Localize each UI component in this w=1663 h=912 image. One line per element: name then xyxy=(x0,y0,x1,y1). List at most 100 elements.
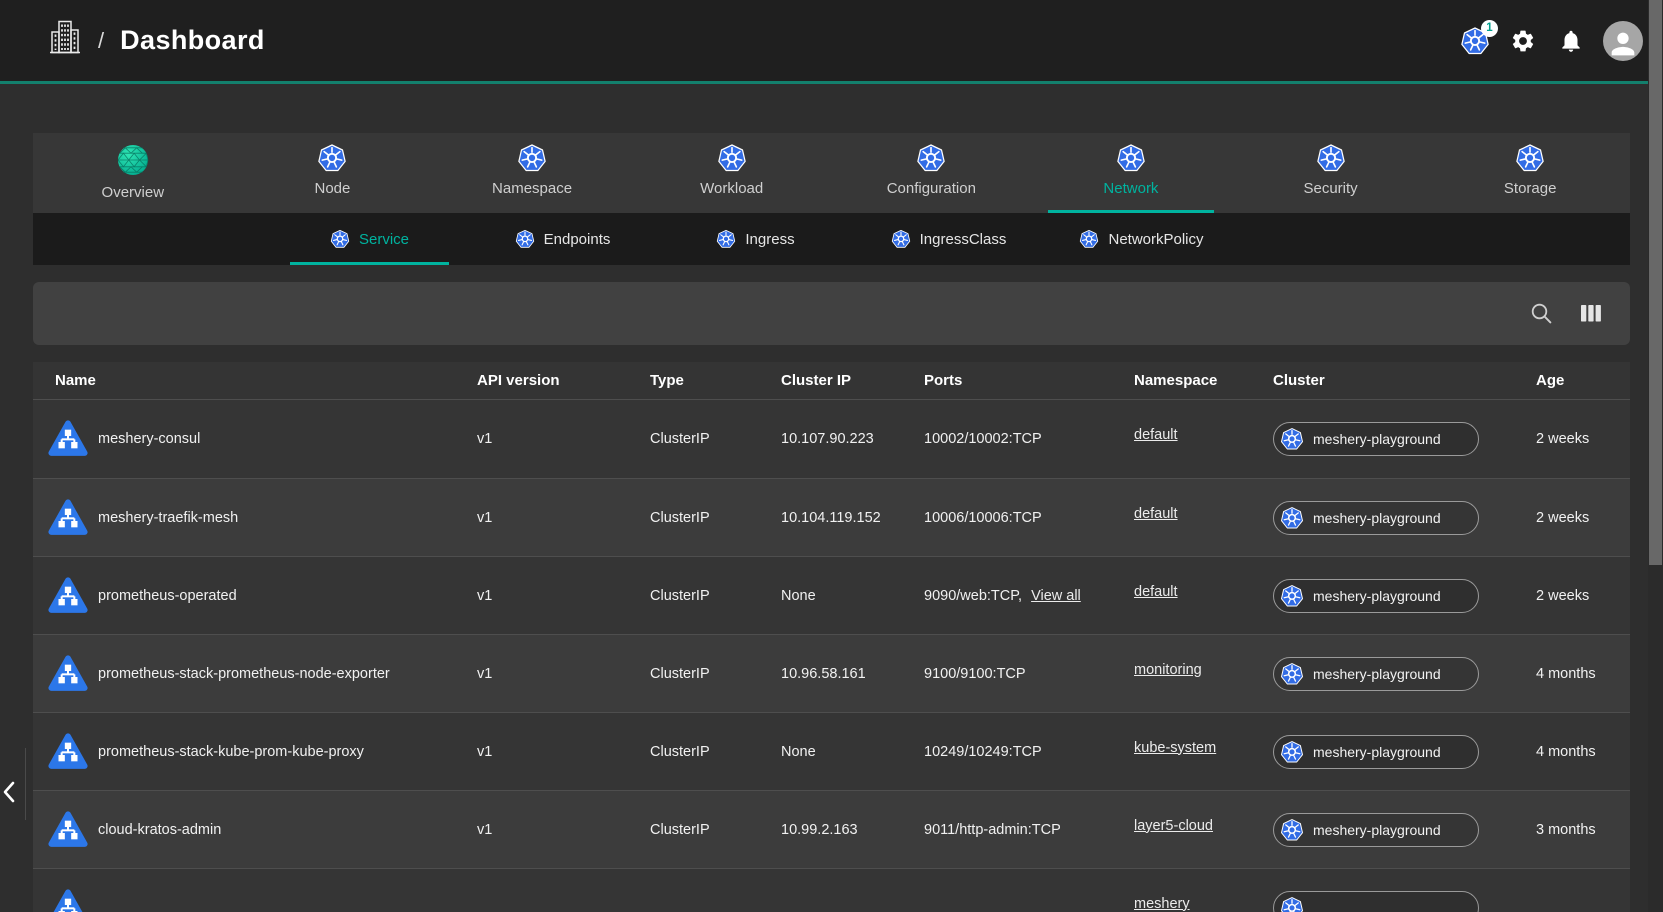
kubernetes-icon xyxy=(916,143,946,173)
search-button[interactable] xyxy=(1528,301,1554,327)
kubernetes-icon xyxy=(716,229,736,249)
tab-namespace[interactable]: Namespace xyxy=(432,133,632,213)
drawer-collapse-toggle[interactable] xyxy=(2,770,22,814)
column-header-type[interactable]: Type xyxy=(650,362,781,399)
kubernetes-icon xyxy=(515,229,535,249)
api-version: v1 xyxy=(477,400,650,478)
network-subtabs: Service Endpoints Ingress IngressClass N… xyxy=(33,213,1630,265)
view-columns-icon xyxy=(1581,305,1601,322)
user-avatar[interactable] xyxy=(1603,21,1643,61)
namespace-link[interactable]: default xyxy=(1134,584,1178,600)
table-row[interactable]: meshery xyxy=(33,868,1630,912)
organization-buildings-icon[interactable] xyxy=(50,19,80,62)
column-header-age[interactable]: Age xyxy=(1536,362,1630,399)
service-type: ClusterIP xyxy=(650,400,781,478)
cluster-chip[interactable]: meshery-playground xyxy=(1273,735,1479,769)
cluster-name: meshery-playground xyxy=(1313,822,1441,838)
cluster-name: meshery-playground xyxy=(1313,510,1441,526)
service-icon xyxy=(48,810,88,850)
table-row[interactable]: prometheus-operated v1 ClusterIP None 90… xyxy=(33,556,1630,634)
kubernetes-icon xyxy=(317,143,347,173)
kubernetes-icon xyxy=(1515,143,1545,173)
api-version xyxy=(477,869,650,912)
cluster-name: meshery-playground xyxy=(1313,744,1441,760)
breadcrumb-separator: / xyxy=(98,28,104,54)
tab-storage[interactable]: Storage xyxy=(1430,133,1630,213)
chevron-left-icon xyxy=(2,780,18,804)
service-name: prometheus-stack-kube-prom-kube-proxy xyxy=(98,744,364,760)
service-type: ClusterIP xyxy=(650,791,781,868)
age: 2 weeks xyxy=(1536,400,1630,478)
resource-tabs-card: Overview Node Namespace Workload Configu… xyxy=(33,133,1630,265)
namespace-link[interactable]: meshery xyxy=(1134,896,1190,912)
tab-overview[interactable]: Overview xyxy=(33,133,233,213)
cluster-ip: None xyxy=(781,557,924,634)
kubernetes-icon xyxy=(1280,662,1304,686)
service-icon xyxy=(48,732,88,772)
service-type xyxy=(650,869,781,912)
kubernetes-icon xyxy=(717,143,747,173)
cluster-name: meshery-playground xyxy=(1313,431,1441,447)
cluster-chip[interactable]: meshery-playground xyxy=(1273,422,1479,456)
table-row[interactable]: meshery-traefik-mesh v1 ClusterIP 10.104… xyxy=(33,478,1630,556)
kubernetes-context-switcher[interactable]: 1 xyxy=(1459,25,1491,57)
api-version: v1 xyxy=(477,557,650,634)
ports: 10002/10002:TCP xyxy=(924,431,1042,447)
service-icon xyxy=(48,419,88,459)
settings-gear-icon xyxy=(1510,28,1536,54)
subtab-ingressclass[interactable]: IngressClass xyxy=(852,213,1045,265)
cluster-ip: 10.107.90.223 xyxy=(781,400,924,478)
view-columns-button[interactable] xyxy=(1578,301,1604,327)
service-name: prometheus-stack-prometheus-node-exporte… xyxy=(98,666,390,682)
service-icon xyxy=(48,654,88,694)
api-version: v1 xyxy=(477,791,650,868)
subtab-ingress[interactable]: Ingress xyxy=(659,213,852,265)
cluster-chip[interactable]: meshery-playground xyxy=(1273,501,1479,535)
kubernetes-icon xyxy=(1116,143,1146,173)
namespace-link[interactable]: kube-system xyxy=(1134,740,1216,756)
subtab-networkpolicy[interactable]: NetworkPolicy xyxy=(1045,213,1238,265)
breadcrumb: / Dashboard xyxy=(50,19,265,62)
ports: 9011/http-admin:TCP xyxy=(924,822,1061,838)
namespace-link[interactable]: default xyxy=(1134,427,1178,443)
notifications-button[interactable] xyxy=(1555,25,1587,57)
namespace-link[interactable]: layer5-cloud xyxy=(1134,818,1213,834)
table-toolbar xyxy=(33,282,1630,345)
tab-node[interactable]: Node xyxy=(233,133,433,213)
scrollbar-thumb[interactable] xyxy=(1649,0,1662,565)
table-row[interactable]: prometheus-stack-prometheus-node-exporte… xyxy=(33,634,1630,712)
column-header-ports[interactable]: Ports xyxy=(924,362,1134,399)
cluster-ip: 10.99.2.163 xyxy=(781,791,924,868)
cluster-chip[interactable]: meshery-playground xyxy=(1273,657,1479,691)
tab-configuration[interactable]: Configuration xyxy=(832,133,1032,213)
namespace-link[interactable]: monitoring xyxy=(1134,662,1202,678)
namespace-link[interactable]: default xyxy=(1134,506,1178,522)
column-header-cluster[interactable]: Cluster xyxy=(1273,362,1536,399)
cluster-chip[interactable]: meshery-playground xyxy=(1273,579,1479,613)
column-header-name[interactable]: Name xyxy=(33,362,477,399)
table-row[interactable]: cloud-kratos-admin v1 ClusterIP 10.99.2.… xyxy=(33,790,1630,868)
cluster-chip[interactable]: meshery-playground xyxy=(1273,813,1479,847)
settings-button[interactable] xyxy=(1507,25,1539,57)
ports: 9100/9100:TCP xyxy=(924,666,1026,682)
column-header-namespace[interactable]: Namespace xyxy=(1134,362,1273,399)
table-row[interactable]: prometheus-stack-kube-prom-kube-proxy v1… xyxy=(33,712,1630,790)
kubernetes-icon xyxy=(1280,740,1304,764)
view-all-ports-link[interactable]: View all xyxy=(1031,588,1081,604)
service-icon xyxy=(48,576,88,616)
subtab-endpoints[interactable]: Endpoints xyxy=(466,213,659,265)
cluster-chip[interactable] xyxy=(1273,891,1479,912)
age xyxy=(1536,869,1630,912)
table-row[interactable]: meshery-consul v1 ClusterIP 10.107.90.22… xyxy=(33,400,1630,478)
service-name: meshery-consul xyxy=(98,431,200,447)
column-header-cluster-ip[interactable]: Cluster IP xyxy=(781,362,924,399)
column-header-api-version[interactable]: API version xyxy=(477,362,650,399)
tab-network[interactable]: Network xyxy=(1031,133,1231,213)
tab-security[interactable]: Security xyxy=(1231,133,1431,213)
age: 3 months xyxy=(1536,791,1630,868)
kubernetes-icon xyxy=(1280,427,1304,451)
kubernetes-icon xyxy=(891,229,911,249)
subtab-service[interactable]: Service xyxy=(273,213,466,265)
tab-workload[interactable]: Workload xyxy=(632,133,832,213)
search-icon xyxy=(1530,302,1553,325)
